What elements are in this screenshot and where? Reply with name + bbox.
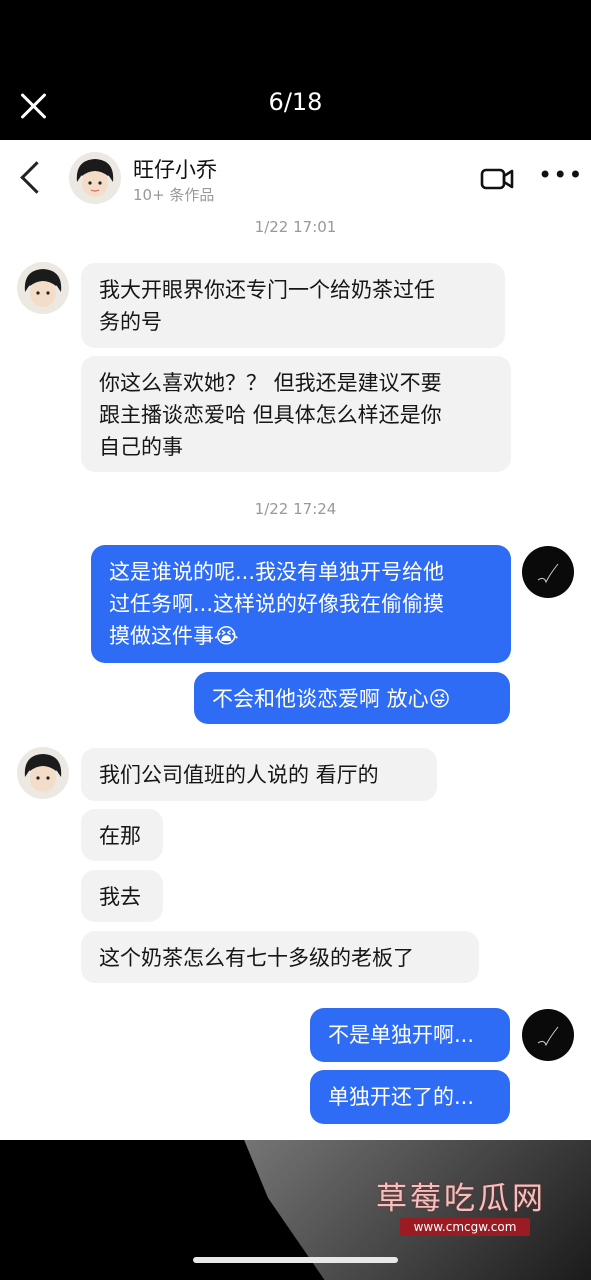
message-bubble-incoming[interactable]: 我去 xyxy=(81,870,163,922)
image-counter: 6/18 xyxy=(268,88,323,116)
contact-avatar-small[interactable] xyxy=(17,747,69,799)
message-bubble-outgoing[interactable]: 不会和他谈恋爱啊 放心😜 xyxy=(194,672,510,724)
chat-screenshot: 旺仔小乔 10+ 条作品 ••• 1/22 17:01 我大开眼界你还专门一个给… xyxy=(0,140,591,1140)
self-avatar[interactable] xyxy=(522,546,574,598)
watermark-url: www.cmcgw.com xyxy=(400,1218,530,1236)
contact-avatar-small[interactable] xyxy=(17,262,69,314)
contact-name[interactable]: 旺仔小乔 xyxy=(133,154,217,184)
message-bubble-incoming[interactable]: 我们公司值班的人说的 看厅的 xyxy=(81,748,437,801)
message-bubble-outgoing[interactable]: 这是谁说的呢...我没有单独开号给他 过任务啊...这样说的好像我在偷偷摸 摸做… xyxy=(91,545,511,663)
contact-avatar[interactable] xyxy=(69,152,121,204)
timestamp: 1/22 17:01 xyxy=(254,218,337,236)
message-bubble-incoming[interactable]: 这个奶茶怎么有七十多级的老板了 xyxy=(81,931,479,983)
timestamp: 1/22 17:24 xyxy=(254,500,337,518)
watermark-title: 草莓吃瓜网 xyxy=(376,1181,546,1217)
message-bubble-incoming[interactable]: 在那 xyxy=(81,809,163,861)
message-bubble-incoming[interactable]: 你这么喜欢她？？ 但我还是建议不要 跟主播谈恋爱哈 但具体怎么样还是你 自己的事 xyxy=(81,356,511,472)
viewer-top-bar: 6/18 xyxy=(0,0,591,140)
video-call-icon[interactable] xyxy=(480,162,514,196)
message-bubble-outgoing[interactable]: 单独开还了的... xyxy=(310,1070,510,1124)
home-indicator[interactable] xyxy=(193,1257,398,1263)
self-avatar[interactable] xyxy=(522,1009,574,1061)
message-bubble-incoming[interactable]: 我大开眼界你还专门一个给奶茶过任 务的号 xyxy=(81,263,505,348)
message-bubble-outgoing[interactable]: 不是单独开啊... xyxy=(310,1008,510,1062)
contact-works-count: 10+ 条作品 xyxy=(133,186,215,204)
more-options-icon[interactable]: ••• xyxy=(538,163,582,190)
back-chevron-icon[interactable] xyxy=(20,161,53,194)
